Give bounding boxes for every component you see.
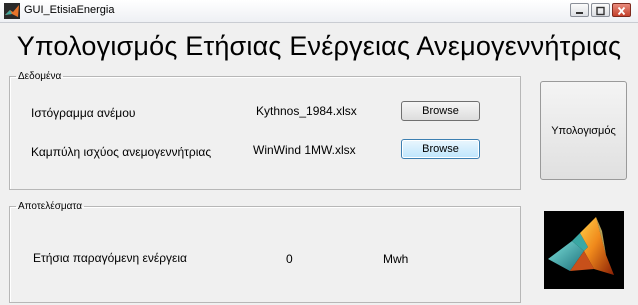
data-panel-legend: Δεδομένα <box>18 71 62 82</box>
annual-energy-value: 0 <box>286 252 293 266</box>
matlab-app-icon <box>4 3 20 19</box>
close-icon <box>617 6 626 16</box>
minimize-icon <box>576 12 583 14</box>
window-title: GUI_EtisiaEnergia <box>24 4 115 16</box>
title-bar[interactable]: GUI_EtisiaEnergia <box>0 0 638 23</box>
results-panel-legend: Αποτελέσματα <box>18 201 83 212</box>
annual-energy-label: Ετήσια παραγόμενη ενέργεια <box>33 251 187 265</box>
calculate-button[interactable]: Υπολογισμός <box>540 81 627 180</box>
power-curve-label: Καμπύλη ισχύος ανεμογεννήτριας <box>31 145 212 159</box>
matlab-logo <box>544 211 624 289</box>
browse-power-curve-button[interactable]: Browse <box>401 139 480 159</box>
page-title: Υπολογισμός Ετήσιας Ενέργειας Ανεμογεννή… <box>16 31 622 61</box>
maximize-button[interactable] <box>591 3 610 17</box>
wind-histogram-file: Kythnos_1984.xlsx <box>256 104 357 118</box>
minimize-button[interactable] <box>570 3 589 17</box>
wind-histogram-label: Ιστόγραμμα ανέμου <box>31 106 136 120</box>
energy-unit: Mwh <box>383 252 409 266</box>
data-panel: Δεδομένα <box>9 71 521 190</box>
power-curve-file: WinWind 1MW.xlsx <box>253 143 356 157</box>
close-button[interactable] <box>612 3 631 17</box>
browse-histogram-button[interactable]: Browse <box>401 101 480 121</box>
maximize-icon <box>596 6 605 16</box>
